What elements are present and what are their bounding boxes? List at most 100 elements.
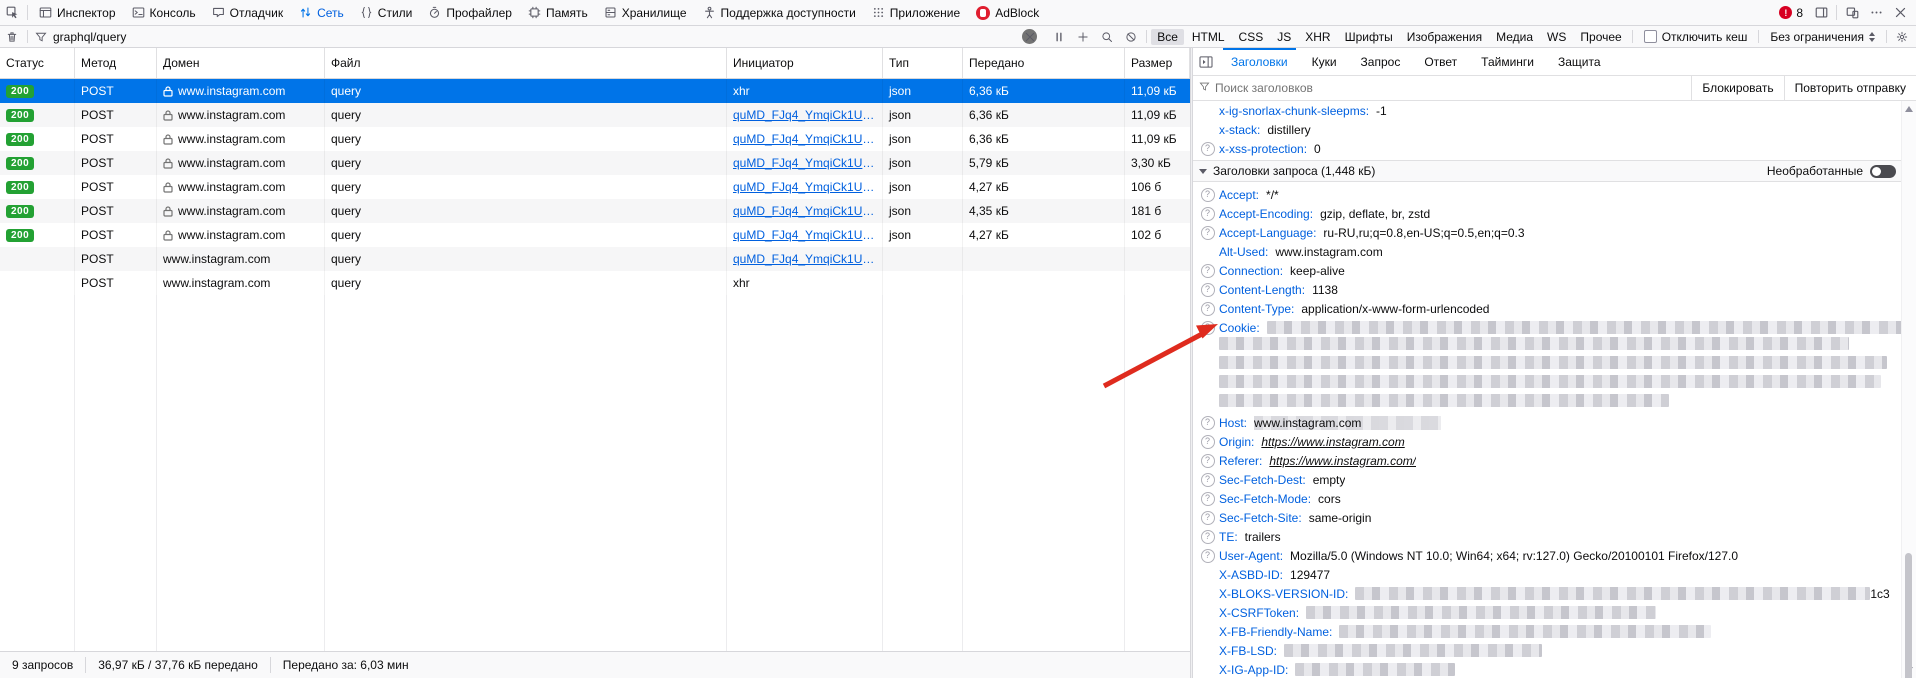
request-headers-section-header[interactable]: Заголовки запроса (1,448 кБ)Необработанн… [1193, 160, 1902, 182]
request-row[interactable]: POSTwww.instagram.comqueryquMD_FJq4_Ymqi… [0, 247, 1190, 271]
help-icon[interactable]: ? [1201, 264, 1215, 278]
devtools-tab-debugger[interactable]: Отладчик [204, 0, 291, 25]
column-header-3[interactable]: Файл [325, 48, 727, 78]
initiator-link[interactable]: quMD_FJq4_YmqiCk1U1qjr... [733, 228, 876, 242]
details-tab-тайминги[interactable]: Тайминги [1469, 48, 1546, 75]
devtools-tab-console[interactable]: Консоль [124, 0, 204, 25]
header-name[interactable]: X-CSRFToken: [1219, 606, 1299, 620]
header-name[interactable]: User-Agent: [1219, 549, 1283, 563]
header-name[interactable]: Sec-Fetch-Dest: [1219, 473, 1306, 487]
dock-side-button[interactable] [1809, 0, 1833, 25]
column-header-1[interactable]: Метод [75, 48, 157, 78]
column-header-0[interactable]: Статус [0, 48, 75, 78]
help-icon[interactable]: ? [1201, 302, 1215, 316]
details-scrollbar[interactable] [1901, 101, 1916, 678]
help-icon[interactable]: ? [1201, 549, 1215, 563]
devtools-tab-application[interactable]: Приложение [864, 0, 968, 25]
clear-filter-button[interactable] [1022, 29, 1037, 44]
meatball-menu-button[interactable] [1864, 0, 1888, 25]
header-name[interactable]: X-FB-Friendly-Name: [1219, 625, 1332, 639]
responsive-mode-button[interactable] [1840, 0, 1864, 25]
header-name[interactable]: Sec-Fetch-Site: [1219, 511, 1302, 525]
header-name[interactable]: Accept: [1219, 188, 1259, 202]
details-tab-ответ[interactable]: Ответ [1412, 48, 1469, 75]
search-requests-button[interactable] [1095, 26, 1119, 47]
help-icon[interactable]: ? [1201, 492, 1215, 506]
type-filter-шрифты[interactable]: Шрифты [1339, 29, 1399, 45]
initiator-link[interactable]: quMD_FJq4_YmqiCk1U1qjr... [733, 132, 876, 146]
header-name[interactable]: X-FB-LSD: [1219, 644, 1277, 658]
header-name[interactable]: Alt-Used: [1219, 245, 1268, 259]
devtools-tab-adblock[interactable]: AdBlock [968, 0, 1047, 25]
header-name[interactable]: Sec-Fetch-Mode: [1219, 492, 1311, 506]
initiator-link[interactable]: quMD_FJq4_YmqiCk1U1qjr... [733, 108, 876, 122]
devtools-tab-profiler[interactable]: Профайлер [420, 0, 520, 25]
devtools-tab-accessibility[interactable]: Поддержка доступности [695, 0, 864, 25]
header-name[interactable]: X-IG-App-ID: [1219, 663, 1288, 677]
type-filter-изображения[interactable]: Изображения [1401, 29, 1488, 45]
devtools-tab-inspector[interactable]: Инспектор [31, 0, 124, 25]
type-filter-все[interactable]: Все [1151, 29, 1184, 45]
devtools-tab-memory[interactable]: Память [520, 0, 596, 25]
type-filter-медиа[interactable]: Медиа [1490, 29, 1539, 45]
column-header-6[interactable]: Передано [963, 48, 1125, 78]
initiator-link[interactable]: quMD_FJq4_YmqiCk1U1qjr... [733, 156, 876, 170]
resend-button[interactable]: Повторить отправку [1784, 76, 1916, 100]
column-header-5[interactable]: Тип [883, 48, 963, 78]
type-filter-ws[interactable]: WS [1541, 29, 1572, 45]
request-row[interactable]: 200POSTwww.instagram.comqueryquMD_FJq4_Y… [0, 103, 1190, 127]
details-tab-запрос[interactable]: Запрос [1349, 48, 1413, 75]
help-icon[interactable]: ? [1201, 511, 1215, 525]
throttling-select[interactable]: Без ограничения [1762, 30, 1883, 44]
header-name[interactable]: Accept-Language: [1219, 226, 1316, 240]
devtools-tab-storage[interactable]: Хранилище [596, 0, 695, 25]
request-row[interactable]: 200POSTwww.instagram.comqueryxhrjson6,36… [0, 79, 1190, 103]
type-filter-js[interactable]: JS [1271, 29, 1297, 45]
type-filter-xhr[interactable]: XHR [1299, 29, 1336, 45]
column-header-7[interactable]: Размер [1125, 48, 1190, 78]
request-row[interactable]: 200POSTwww.instagram.comqueryquMD_FJq4_Y… [0, 175, 1190, 199]
pick-element-button[interactable] [0, 0, 24, 25]
split-console-button[interactable] [1193, 56, 1219, 68]
initiator-link[interactable]: quMD_FJq4_YmqiCk1U1qjr... [733, 252, 876, 266]
header-name[interactable]: Cookie: [1219, 321, 1260, 335]
header-name[interactable]: Host: [1219, 416, 1247, 430]
disable-cache-checkbox[interactable]: Отключить кеш [1636, 30, 1756, 44]
header-name[interactable]: x-ig-snorlax-chunk-sleepms: [1219, 104, 1369, 118]
request-row[interactable]: 200POSTwww.instagram.comqueryquMD_FJq4_Y… [0, 151, 1190, 175]
error-count-badge[interactable]: ! 8 [1773, 6, 1809, 20]
help-icon[interactable]: ? [1201, 226, 1215, 240]
help-icon[interactable]: ? [1201, 473, 1215, 487]
help-icon[interactable]: ? [1201, 188, 1215, 202]
header-name[interactable]: Content-Length: [1219, 283, 1305, 297]
header-name[interactable]: Referer: [1219, 454, 1262, 468]
block-requests-button[interactable] [1119, 26, 1143, 47]
request-row[interactable]: 200POSTwww.instagram.comqueryquMD_FJq4_Y… [0, 127, 1190, 151]
block-url-button[interactable]: Блокировать [1691, 76, 1783, 100]
header-name[interactable]: Connection: [1219, 264, 1283, 278]
headers-search-input[interactable]: Поиск заголовков [1215, 81, 1313, 95]
help-icon[interactable]: ? [1201, 530, 1215, 544]
scrollbar-thumb[interactable] [1905, 553, 1912, 678]
header-name[interactable]: X-ASBD-ID: [1219, 568, 1283, 582]
header-name[interactable]: Content-Type: [1219, 302, 1294, 316]
details-tab-защита[interactable]: Защита [1546, 48, 1613, 75]
initiator-link[interactable]: quMD_FJq4_YmqiCk1U1qjr... [733, 204, 876, 218]
header-name[interactable]: x-stack: [1219, 123, 1260, 137]
header-value-link[interactable]: https://www.instagram.com [1261, 435, 1404, 449]
column-header-4[interactable]: Инициатор [727, 48, 883, 78]
details-tab-куки[interactable]: Куки [1300, 48, 1349, 75]
help-icon[interactable]: ? [1201, 416, 1215, 430]
scroll-up-arrow-icon[interactable] [1905, 106, 1913, 112]
clear-requests-button[interactable] [0, 26, 24, 47]
help-icon[interactable]: ? [1201, 142, 1215, 156]
request-row[interactable]: 200POSTwww.instagram.comqueryquMD_FJq4_Y… [0, 223, 1190, 247]
help-icon[interactable]: ? [1201, 454, 1215, 468]
help-icon[interactable]: ? [1201, 283, 1215, 297]
column-header-2[interactable]: Домен [157, 48, 325, 78]
pause-recording-button[interactable] [1047, 26, 1071, 47]
header-value-link[interactable]: https://www.instagram.com/ [1269, 454, 1416, 468]
network-settings-button[interactable] [1890, 26, 1914, 47]
type-filter-html[interactable]: HTML [1186, 29, 1231, 45]
header-name[interactable]: x-xss-protection: [1219, 142, 1307, 156]
